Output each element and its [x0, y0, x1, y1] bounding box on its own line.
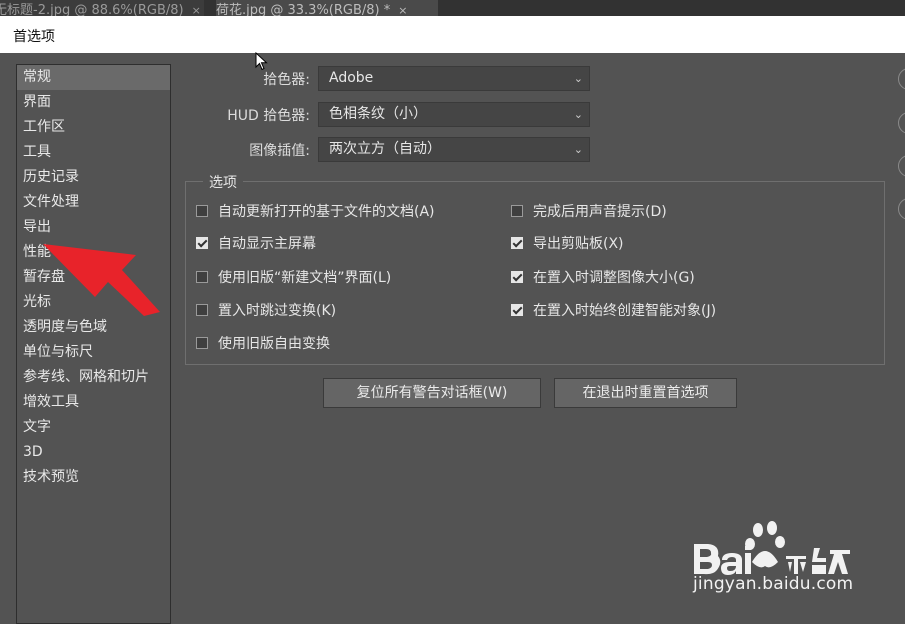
right-edge-button[interactable] — [898, 198, 905, 220]
checkbox-label: 自动更新打开的基于文件的文档(A) — [218, 204, 435, 220]
mouse-cursor-icon — [255, 52, 268, 71]
document-tab-lotus[interactable]: 荷花.jpg @ 33.3%(RGB/8) * × — [216, 0, 438, 16]
chevron-down-icon: ⌄ — [573, 143, 583, 156]
checkbox-label: 完成后用声音提示(D) — [533, 204, 667, 220]
right-edge-button[interactable] — [898, 155, 905, 177]
reset-all-warnings-button[interactable]: 复位所有警告对话框(W) — [323, 378, 541, 408]
checkbox-checked-icon[interactable] — [511, 304, 523, 316]
watermark-url: jingyan.baidu.com — [693, 574, 854, 594]
chevron-down-icon: ⌄ — [573, 108, 583, 121]
sidebar-item-units-rulers[interactable]: 单位与标尺 — [17, 340, 170, 365]
sidebar-item-3d[interactable]: 3D — [17, 440, 170, 465]
checkbox-label: 在置入时调整图像大小(G) — [533, 270, 695, 286]
checkbox-unchecked-icon[interactable] — [511, 205, 523, 217]
legacy-free-transform-checkbox[interactable]: 使用旧版自由变换 — [196, 333, 330, 353]
sidebar-item-tools[interactable]: 工具 — [17, 140, 170, 165]
checkbox-label: 导出剪贴板(X) — [533, 236, 624, 252]
checkbox-label: 使用旧版“新建文档”界面(L) — [218, 270, 392, 286]
close-icon[interactable]: × — [192, 4, 201, 16]
sidebar-item-guides-grid-slices[interactable]: 参考线、网格和切片 — [17, 365, 170, 390]
checkbox-label: 自动显示主屏幕 — [218, 236, 316, 252]
checkbox-checked-icon[interactable] — [511, 271, 523, 283]
checkbox-label: 在置入时始终创建智能对象(J) — [533, 303, 717, 319]
export-clipboard-checkbox[interactable]: 导出剪贴板(X) — [511, 233, 624, 253]
options-legend: 选项 — [203, 172, 243, 192]
sidebar-item-history[interactable]: 历史记录 — [17, 165, 170, 190]
image-interpolation-select[interactable]: 两次立方（自动） ⌄ — [318, 137, 590, 162]
sidebar-item-export[interactable]: 导出 — [17, 215, 170, 240]
color-picker-select[interactable]: Adobe ⌄ — [318, 66, 590, 91]
document-tab-untitled[interactable]: 无标题-2.jpg @ 88.6%(RGB/8) × — [0, 0, 204, 16]
checkbox-checked-icon[interactable] — [196, 237, 208, 249]
hud-color-picker-select[interactable]: 色相条纹（小） ⌄ — [318, 102, 590, 127]
sidebar-item-interface[interactable]: 界面 — [17, 90, 170, 115]
color-picker-value: Adobe — [329, 70, 374, 86]
right-edge-button[interactable] — [898, 112, 905, 134]
auto-update-open-docs-checkbox[interactable]: 自动更新打开的基于文件的文档(A) — [196, 201, 435, 221]
document-tab-label: 无标题-2.jpg @ 88.6%(RGB/8) — [0, 3, 184, 16]
right-edge-button[interactable] — [898, 68, 905, 90]
hud-color-picker-value: 色相条纹（小） — [329, 106, 427, 122]
document-tab-label: 荷花.jpg @ 33.3%(RGB/8) * — [216, 3, 391, 16]
document-tab-strip: 无标题-2.jpg @ 88.6%(RGB/8) × 荷花.jpg @ 33.3%… — [0, 0, 905, 16]
checkbox-unchecked-icon[interactable] — [196, 271, 208, 283]
sidebar-item-general[interactable]: 常规 — [17, 65, 170, 90]
sidebar-item-plugins[interactable]: 增效工具 — [17, 390, 170, 415]
checkbox-unchecked-icon[interactable] — [196, 205, 208, 217]
red-arrow-icon — [43, 244, 160, 316]
checkbox-label: 置入时跳过变换(K) — [218, 303, 337, 319]
sidebar-item-file-handling[interactable]: 文件处理 — [17, 190, 170, 215]
checkbox-unchecked-icon[interactable] — [196, 304, 208, 316]
chevron-down-icon: ⌄ — [573, 72, 583, 85]
auto-show-home-screen-checkbox[interactable]: 自动显示主屏幕 — [196, 233, 316, 253]
sidebar-item-type[interactable]: 文字 — [17, 415, 170, 440]
checkbox-unchecked-icon[interactable] — [196, 337, 208, 349]
beep-when-done-checkbox[interactable]: 完成后用声音提示(D) — [511, 201, 667, 221]
dialog-title: 首选项 — [13, 29, 55, 45]
legacy-new-document-checkbox[interactable]: 使用旧版“新建文档”界面(L) — [196, 267, 391, 287]
hud-color-picker-label: HUD 拾色器: — [227, 108, 310, 124]
sidebar-item-workspace[interactable]: 工作区 — [17, 115, 170, 140]
reset-preferences-on-quit-button[interactable]: 在退出时重置首选项 — [554, 378, 737, 408]
color-picker-label: 拾色器: — [263, 72, 310, 88]
dialog-title-bar: 首选项 — [0, 16, 905, 53]
image-interpolation-label: 图像插值: — [249, 143, 310, 159]
always-create-smart-objects-checkbox[interactable]: 在置入时始终创建智能对象(J) — [511, 300, 716, 320]
skip-transform-on-place-checkbox[interactable]: 置入时跳过变换(K) — [196, 300, 336, 320]
close-icon[interactable]: × — [398, 4, 407, 16]
checkbox-checked-icon[interactable] — [511, 237, 523, 249]
image-interpolation-value: 两次立方（自动） — [329, 141, 441, 157]
checkbox-label: 使用旧版自由变换 — [218, 336, 330, 352]
preferences-sidebar: 常规 界面 工作区 工具 历史记录 文件处理 导出 性能 暂存盘 光标 透明度与… — [16, 64, 171, 624]
resize-image-on-place-checkbox[interactable]: 在置入时调整图像大小(G) — [511, 267, 695, 287]
sidebar-item-technology-previews[interactable]: 技术预览 — [17, 465, 170, 490]
